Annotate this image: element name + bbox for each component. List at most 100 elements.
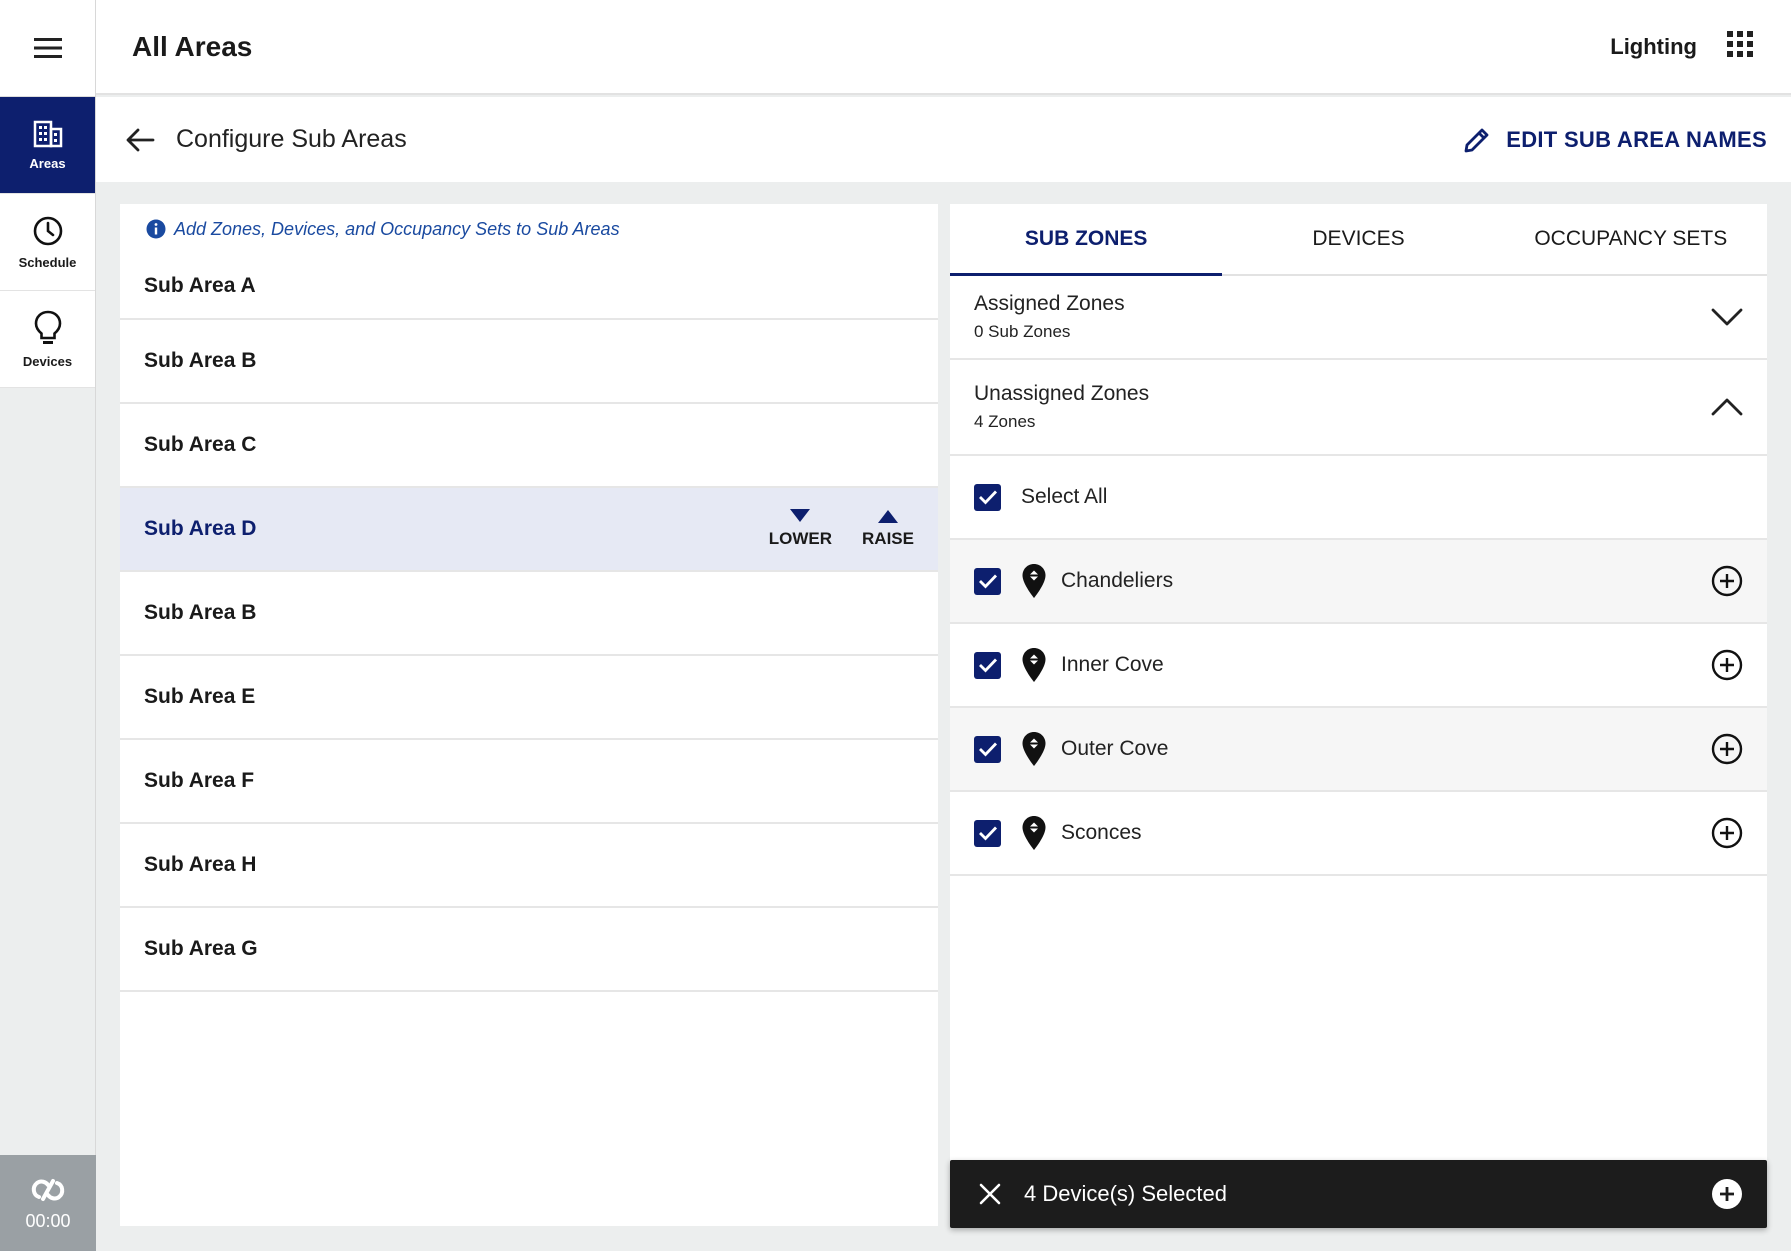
triangle-up-icon	[878, 510, 899, 523]
list-item[interactable]: Sub Area C	[120, 404, 938, 488]
tab-devices[interactable]: DEVICES	[1222, 204, 1494, 274]
zone-row[interactable]: Chandeliers	[950, 540, 1767, 624]
tab-bar: SUB ZONES DEVICES OCCUPANCY SETS	[950, 204, 1767, 276]
list-item-label: Sub Area G	[144, 937, 258, 960]
list-item[interactable]: Sub Area A	[120, 254, 938, 320]
zone-checkbox[interactable]	[974, 735, 1001, 763]
rail-label-schedule: Schedule	[18, 254, 77, 270]
page-title: All Areas	[132, 30, 253, 62]
select-all-row[interactable]: Select All	[950, 456, 1767, 540]
check-icon	[978, 826, 997, 841]
zone-checkbox[interactable]	[974, 819, 1001, 847]
assigned-zones-header[interactable]: Assigned Zones 0 Sub Zones	[950, 276, 1767, 360]
list-item-label: Sub Area A	[144, 274, 256, 297]
clock-icon	[33, 216, 62, 245]
check-icon	[978, 742, 997, 757]
rail-label-areas: Areas	[29, 155, 66, 171]
zone-name: Sconces	[1061, 821, 1142, 844]
rail-item-areas[interactable]: Areas	[0, 97, 95, 194]
raise-label: RAISE	[862, 529, 914, 548]
configure-title: Configure Sub Areas	[176, 125, 407, 153]
zone-name: Outer Cove	[1061, 737, 1169, 760]
lower-button[interactable]: LOWER	[769, 509, 832, 549]
unassigned-zones-header[interactable]: Unassigned Zones 4 Zones	[950, 360, 1767, 456]
pencil-icon	[1464, 128, 1489, 152]
selection-message: 4 Device(s) Selected	[1024, 1181, 1227, 1206]
zone-row[interactable]: Inner Cove	[950, 624, 1767, 708]
unassigned-zones-count: 4 Zones	[974, 412, 1036, 431]
select-all-checkbox[interactable]	[974, 483, 1001, 511]
info-hint: Add Zones, Devices, and Occupancy Sets t…	[120, 204, 938, 254]
sub-area-list-panel: Add Zones, Devices, and Occupancy Sets t…	[120, 204, 938, 1226]
check-icon	[978, 574, 997, 589]
zone-pin-icon	[1021, 815, 1047, 851]
add-circle-icon[interactable]	[1711, 733, 1743, 765]
zone-checkbox[interactable]	[974, 567, 1001, 595]
building-icon	[33, 120, 62, 147]
raise-button[interactable]: RAISE	[862, 509, 914, 549]
link-icon	[31, 1178, 65, 1201]
tab-sub-zones[interactable]: SUB ZONES	[950, 204, 1223, 276]
app-name: Lighting	[1610, 33, 1697, 59]
zone-pin-icon	[1021, 731, 1047, 767]
rail-item-devices[interactable]: Devices	[0, 291, 95, 388]
check-icon	[978, 658, 997, 673]
list-item[interactable]: Sub Area B	[120, 572, 938, 656]
rail-label-devices: Devices	[22, 353, 73, 369]
add-circle-filled-icon[interactable]	[1711, 1178, 1743, 1210]
zone-name: Chandeliers	[1061, 569, 1174, 592]
zone-row[interactable]: Outer Cove	[950, 708, 1767, 792]
list-item[interactable]: Sub Area B	[120, 320, 938, 404]
list-item-label: Sub Area D	[144, 517, 257, 540]
edit-label: EDIT SUB AREA NAMES	[1506, 126, 1767, 152]
chevron-up-icon	[1711, 398, 1743, 416]
zone-row[interactable]: Sconces	[950, 792, 1767, 876]
assignment-panel: SUB ZONES DEVICES OCCUPANCY SETS Assigne…	[950, 204, 1767, 1226]
unassigned-zones-title: Unassigned Zones	[974, 382, 1150, 405]
list-item-selected[interactable]: Sub Area D LOWER RAISE	[120, 488, 938, 572]
list-item-label: Sub Area B	[144, 349, 257, 372]
connection-status: 00:00	[0, 1155, 96, 1251]
edit-sub-area-names-button[interactable]: EDIT SUB AREA NAMES	[1462, 125, 1767, 155]
list-item[interactable]: Sub Area H	[120, 824, 938, 908]
triangle-down-icon	[790, 509, 811, 522]
tab-occupancy-sets[interactable]: OCCUPANCY SETS	[1495, 204, 1767, 274]
list-item[interactable]: Sub Area G	[120, 908, 938, 992]
back-button[interactable]	[122, 122, 158, 158]
list-item-label: Sub Area C	[144, 433, 257, 456]
top-bar: All Areas Lighting	[96, 0, 1791, 95]
info-icon	[146, 219, 166, 239]
list-item-label: Sub Area B	[144, 601, 257, 624]
zone-checkbox[interactable]	[974, 651, 1001, 679]
add-circle-icon[interactable]	[1711, 649, 1743, 681]
apps-grid-button[interactable]	[1727, 31, 1753, 62]
close-icon[interactable]	[978, 1182, 1002, 1206]
chevron-down-icon	[1711, 308, 1743, 326]
arrow-left-icon	[126, 128, 155, 151]
zone-pin-icon	[1021, 563, 1047, 599]
zone-name: Inner Cove	[1061, 653, 1164, 676]
list-item-label: Sub Area E	[144, 685, 256, 708]
list-item[interactable]: Sub Area F	[120, 740, 938, 824]
add-circle-icon[interactable]	[1711, 565, 1743, 597]
apps-grid-icon	[1727, 31, 1753, 57]
menu-button[interactable]	[0, 0, 95, 97]
assigned-zones-title: Assigned Zones	[974, 292, 1125, 315]
hamburger-icon	[33, 38, 62, 58]
zone-pin-icon	[1021, 647, 1047, 683]
assigned-zones-count: 0 Sub Zones	[974, 322, 1071, 341]
list-item[interactable]: Sub Area E	[120, 656, 938, 740]
lower-label: LOWER	[768, 529, 833, 548]
bulb-icon	[34, 310, 61, 344]
add-circle-icon[interactable]	[1711, 817, 1743, 849]
info-text: Add Zones, Devices, and Occupancy Sets t…	[174, 218, 620, 239]
list-item-label: Sub Area F	[144, 769, 255, 792]
nav-rail: Areas Schedule Devices 00:00	[0, 0, 96, 1251]
clock-time: 00:00	[25, 1210, 71, 1231]
list-item-label: Sub Area H	[144, 853, 257, 876]
rail-item-schedule[interactable]: Schedule	[0, 194, 95, 291]
check-icon	[978, 490, 997, 505]
select-all-label: Select All	[1021, 485, 1108, 508]
selection-snackbar: 4 Device(s) Selected	[950, 1160, 1767, 1228]
sub-header: Configure Sub Areas EDIT SUB AREA NAMES	[96, 97, 1791, 182]
